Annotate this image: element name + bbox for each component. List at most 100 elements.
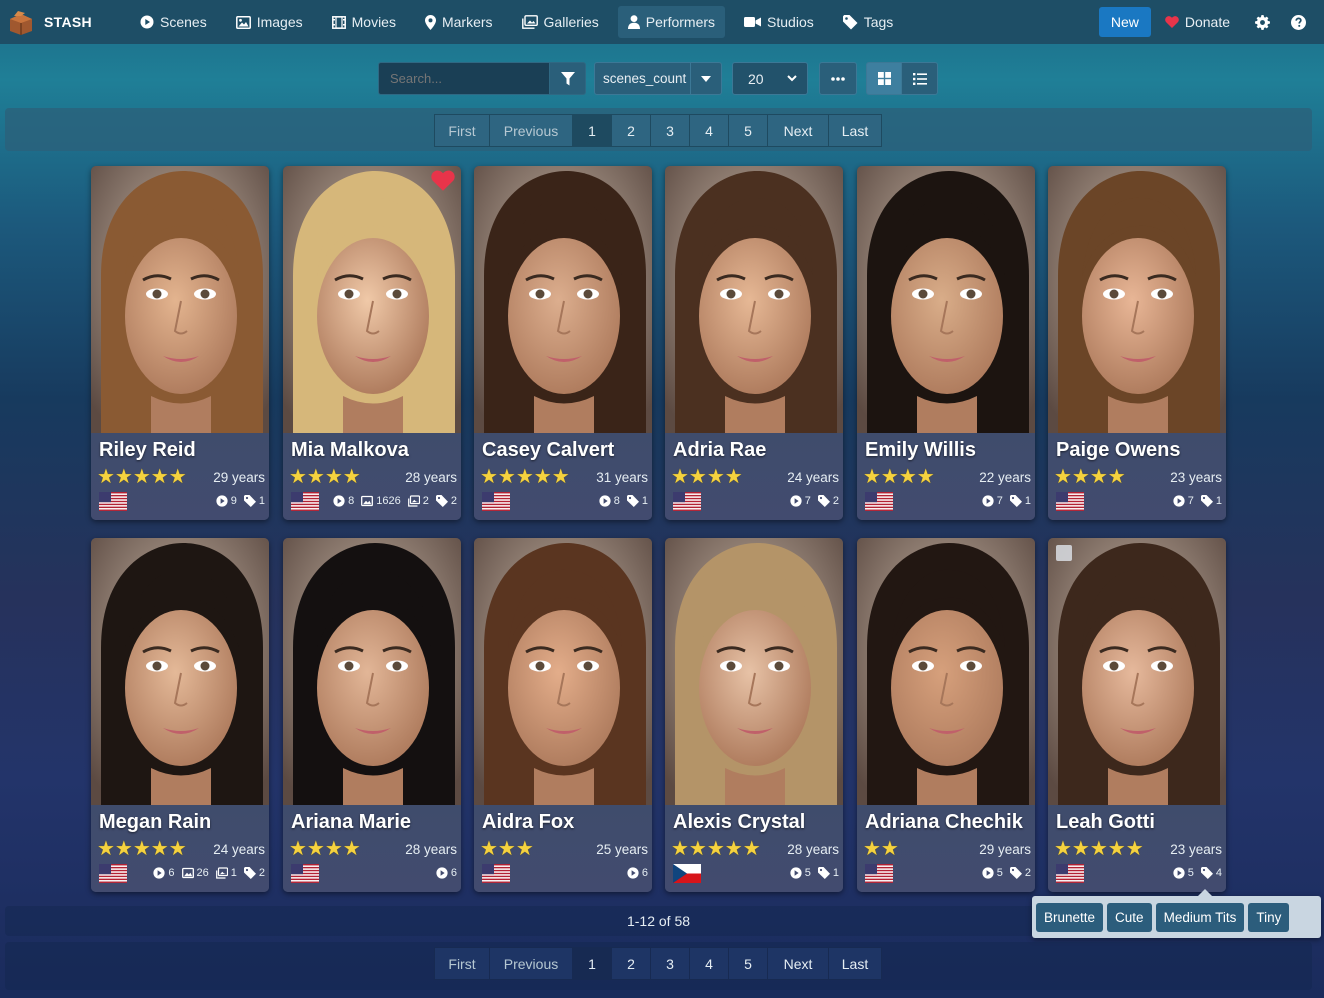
- play-count-button[interactable]: 6: [436, 867, 457, 879]
- tag-count-button[interactable]: 4: [1200, 867, 1222, 879]
- sort-direction-button[interactable]: [691, 62, 722, 95]
- settings-button[interactable]: [1252, 12, 1272, 32]
- page-3-button[interactable]: 3: [650, 114, 690, 147]
- rating-stars[interactable]: ★★★★★: [671, 839, 761, 859]
- page-next-button[interactable]: Next: [767, 947, 829, 980]
- rating-stars[interactable]: ★★★★★: [480, 467, 570, 487]
- play-count-button[interactable]: 5: [1173, 867, 1194, 879]
- performer-name[interactable]: Casey Calvert: [482, 439, 614, 462]
- performer-name[interactable]: Riley Reid: [99, 439, 196, 462]
- performer-photo[interactable]: [857, 538, 1035, 805]
- images-count-button[interactable]: 2: [407, 495, 429, 507]
- tag-count-button[interactable]: 2: [435, 495, 457, 507]
- nav-markers[interactable]: Markers: [415, 6, 503, 38]
- nav-studios[interactable]: Studios: [734, 6, 824, 38]
- tag-count-button[interactable]: 1: [626, 495, 648, 507]
- page-2-button[interactable]: 2: [611, 114, 651, 147]
- page-previous-button[interactable]: Previous: [489, 114, 573, 147]
- performer-card[interactable]: Casey Calvert ★★★★★ 31 years 8 1: [474, 166, 652, 520]
- new-button[interactable]: New: [1098, 7, 1151, 37]
- play-count-button[interactable]: 6: [153, 867, 175, 879]
- page-first-button[interactable]: First: [434, 947, 490, 980]
- nav-scenes[interactable]: Scenes: [130, 6, 217, 38]
- page-4-button[interactable]: 4: [689, 947, 729, 980]
- performer-name[interactable]: Leah Gotti: [1056, 811, 1155, 834]
- tag-count-button[interactable]: 1: [243, 495, 265, 507]
- select-checkbox[interactable]: [1056, 545, 1072, 561]
- performer-photo[interactable]: [857, 166, 1035, 433]
- rating-stars[interactable]: ★★★★★: [97, 467, 187, 487]
- performer-card[interactable]: Adria Rae ★★★★ 24 years 7 2: [665, 166, 843, 520]
- performer-card[interactable]: Riley Reid ★★★★★ 29 years 9 1: [91, 166, 269, 520]
- images-count-button[interactable]: 1: [215, 867, 237, 879]
- tag-chip[interactable]: Brunette: [1036, 902, 1104, 932]
- performer-card[interactable]: Mia Malkova ★★★★ 28 years 8 1626 2 2: [283, 166, 461, 520]
- tag-count-button[interactable]: 2: [817, 495, 839, 507]
- performer-photo[interactable]: [1048, 166, 1226, 433]
- rating-stars[interactable]: ★★★★★: [1054, 839, 1144, 859]
- play-count-button[interactable]: 5: [982, 867, 1003, 879]
- favorite-button[interactable]: [431, 170, 455, 196]
- performer-card[interactable]: Alexis Crystal ★★★★★ 28 years 5 1: [665, 538, 843, 892]
- page-2-button[interactable]: 2: [611, 947, 651, 980]
- help-button[interactable]: [1288, 12, 1308, 32]
- performer-card[interactable]: Aidra Fox ★★★ 25 years 6: [474, 538, 652, 892]
- play-count-button[interactable]: 5: [790, 867, 811, 879]
- performer-card[interactable]: Ariana Marie ★★★★ 28 years 6: [283, 538, 461, 892]
- rating-stars[interactable]: ★★★: [480, 839, 534, 859]
- performer-photo[interactable]: [283, 166, 461, 433]
- page-previous-button[interactable]: Previous: [489, 947, 573, 980]
- nav-tags[interactable]: Tags: [833, 6, 904, 38]
- play-count-button[interactable]: 6: [627, 867, 648, 879]
- image-count-button[interactable]: 26: [181, 867, 209, 879]
- page-4-button[interactable]: 4: [689, 114, 729, 147]
- rating-stars[interactable]: ★★★★: [863, 467, 935, 487]
- tag-chip[interactable]: Medium Tits: [1155, 902, 1245, 932]
- tag-count-button[interactable]: 1: [817, 867, 839, 879]
- performer-photo[interactable]: [665, 538, 843, 805]
- performer-photo[interactable]: [91, 538, 269, 805]
- performer-name[interactable]: Mia Malkova: [291, 439, 409, 462]
- page-last-button[interactable]: Last: [828, 947, 882, 980]
- tag-chip[interactable]: Cute: [1107, 902, 1152, 932]
- tag-count-button[interactable]: 1: [1009, 495, 1031, 507]
- list-view-button[interactable]: [902, 62, 938, 95]
- play-count-button[interactable]: 7: [1173, 495, 1194, 507]
- tag-chip[interactable]: Tiny: [1248, 902, 1290, 932]
- performer-card[interactable]: Adriana Chechik ★★ 29 years 5 2: [857, 538, 1035, 892]
- nav-galleries[interactable]: Galleries: [512, 6, 609, 38]
- per-page-select[interactable]: 20: [732, 62, 808, 95]
- performer-card[interactable]: Emily Willis ★★★★ 22 years 7 1: [857, 166, 1035, 520]
- rating-stars[interactable]: ★★★★: [671, 467, 743, 487]
- performer-card[interactable]: Paige Owens ★★★★ 23 years 7 1: [1048, 166, 1226, 520]
- play-count-button[interactable]: 8: [333, 495, 354, 507]
- rating-stars[interactable]: ★★★★★: [97, 839, 187, 859]
- page-1-button[interactable]: 1: [572, 947, 612, 980]
- sort-by-select[interactable]: scenes_count: [594, 62, 691, 95]
- image-count-button[interactable]: 1626: [361, 495, 401, 507]
- page-5-button[interactable]: 5: [728, 114, 768, 147]
- page-last-button[interactable]: Last: [828, 114, 882, 147]
- nav-movies[interactable]: Movies: [322, 6, 406, 38]
- performer-name[interactable]: Alexis Crystal: [673, 811, 805, 834]
- performer-name[interactable]: Aidra Fox: [482, 811, 574, 834]
- search-input[interactable]: [378, 62, 550, 95]
- rating-stars[interactable]: ★★★★: [289, 467, 361, 487]
- page-1-button[interactable]: 1: [572, 114, 612, 147]
- performer-name[interactable]: Paige Owens: [1056, 439, 1181, 462]
- performer-card[interactable]: Leah Gotti ★★★★★ 23 years 5 4: [1048, 538, 1226, 892]
- performer-photo[interactable]: [91, 166, 269, 433]
- tag-count-button[interactable]: 1: [1200, 495, 1222, 507]
- performer-card[interactable]: Megan Rain ★★★★★ 24 years 6 26 1 2: [91, 538, 269, 892]
- page-next-button[interactable]: Next: [767, 114, 829, 147]
- play-count-button[interactable]: 7: [790, 495, 811, 507]
- donate-button[interactable]: Donate: [1165, 14, 1230, 30]
- performer-photo[interactable]: [665, 166, 843, 433]
- more-options-button[interactable]: [819, 62, 857, 95]
- page-5-button[interactable]: 5: [728, 947, 768, 980]
- nav-images[interactable]: Images: [226, 6, 313, 38]
- page-3-button[interactable]: 3: [650, 947, 690, 980]
- play-count-button[interactable]: 7: [982, 495, 1003, 507]
- performer-photo[interactable]: [283, 538, 461, 805]
- play-count-button[interactable]: 8: [599, 495, 620, 507]
